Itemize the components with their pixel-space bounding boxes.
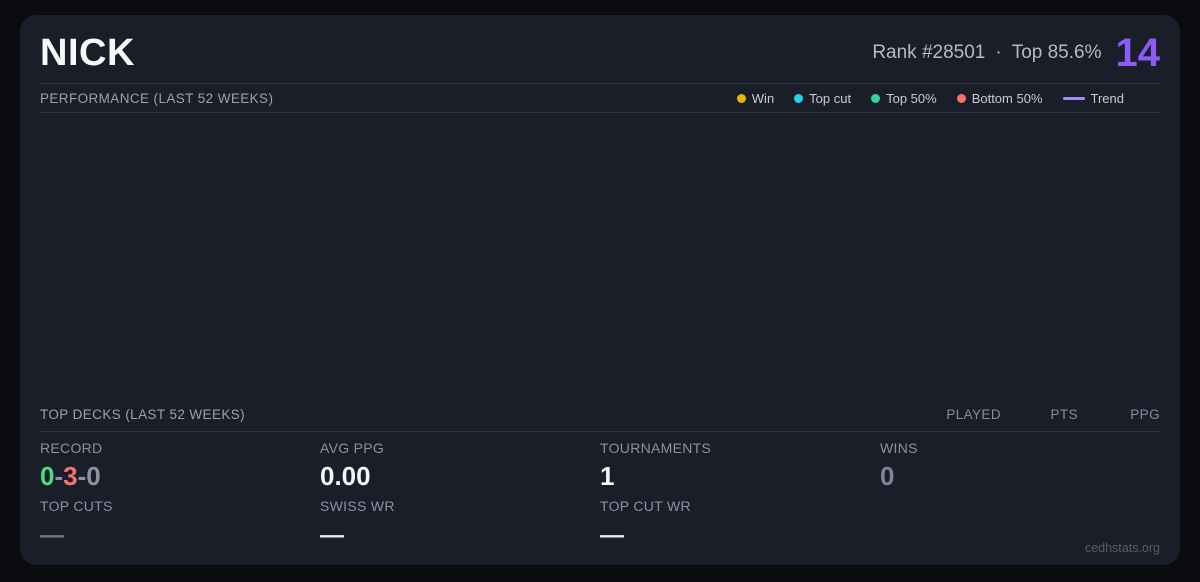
avg-ppg-value: 0.00 xyxy=(320,460,371,491)
top-50-dot-icon xyxy=(871,93,881,103)
legend-label: Bottom 50% xyxy=(971,90,1043,106)
player-name: NICK xyxy=(40,31,135,74)
top-cuts-value: — xyxy=(40,522,64,550)
record-wins: 0 xyxy=(40,460,55,491)
top-percent-text: Top 85.6% xyxy=(1011,42,1102,63)
record-draws: 0 xyxy=(86,460,101,491)
top-decks-section-header: TOP DECKS (LAST 52 WEEKS) PLAYED PTS PPG xyxy=(40,398,1160,432)
top-cut-dot-icon xyxy=(794,93,804,103)
win-dot-icon xyxy=(736,93,746,103)
performance-chart xyxy=(40,113,1160,398)
performance-title: PERFORMANCE (LAST 52 WEEKS) xyxy=(40,90,274,106)
top-cut-wr-value: — xyxy=(600,522,624,550)
top-decks-title: TOP DECKS (LAST 52 WEEKS) xyxy=(40,407,246,422)
chart-legend: Win Top cut Top 50% Bottom 50% Trend xyxy=(736,90,1160,106)
top-cuts-label: TOP CUTS xyxy=(40,498,113,515)
top-cut-wr-label: TOP CUT WR xyxy=(600,498,691,515)
top-decks-columns: PLAYED PTS PPG xyxy=(911,407,1160,422)
legend-item-win: Win xyxy=(736,90,775,106)
stat-cell-avg-ppg: AVG PPG 0.00 SWISS WR — xyxy=(320,440,600,549)
performance-section-header: PERFORMANCE (LAST 52 WEEKS) Win Top cut … xyxy=(40,84,1160,113)
stats-grid: RECORD 0-3-0 TOP CUTS — AVG PPG 0.00 SWI… xyxy=(40,432,1160,549)
wins-label: WINS xyxy=(880,440,918,456)
legend-label: Top cut xyxy=(809,90,852,106)
trend-line-icon xyxy=(1062,96,1085,100)
legend-item-bottom-50: Bottom 50% xyxy=(956,90,1043,106)
legend-item-top-cut: Top cut xyxy=(794,91,851,106)
stat-cell-record: RECORD 0-3-0 TOP CUTS — xyxy=(40,440,320,549)
record-value: 0-3-0 xyxy=(40,460,320,493)
legend-label: Trend xyxy=(1090,90,1124,106)
wins-value: 0 xyxy=(880,460,895,491)
legend-label: Win xyxy=(751,90,775,106)
rank-text: Rank #28501 xyxy=(872,42,986,63)
record-label: RECORD xyxy=(40,440,103,456)
avg-ppg-label: AVG PPG xyxy=(320,440,385,456)
player-stats-card: NICK Rank #28501 · Top 85.6% 14 PERFORMA… xyxy=(20,15,1180,565)
swiss-wr-label: SWISS WR xyxy=(320,498,395,515)
record-separator: - xyxy=(77,460,87,491)
watermark: cedhstats.org xyxy=(1084,541,1160,555)
stat-cell-tournaments: TOURNAMENTS 1 TOP CUT WR — xyxy=(600,440,880,549)
rank-line: Rank #28501 · Top 85.6% xyxy=(872,42,1101,64)
stat-cell-wins: WINS 0 xyxy=(880,440,1160,549)
column-header-pts: PTS xyxy=(1050,407,1078,422)
legend-label: Top 50% xyxy=(886,90,937,106)
column-header-played: PLAYED xyxy=(946,407,1001,422)
swiss-wr-value: — xyxy=(320,522,344,550)
score-value: 14 xyxy=(1115,31,1161,75)
header-right: Rank #28501 · Top 85.6% 14 xyxy=(872,33,1160,73)
card-header: NICK Rank #28501 · Top 85.6% 14 xyxy=(40,15,1160,84)
rank-separator: · xyxy=(995,42,1002,63)
record-losses: 3 xyxy=(63,460,78,491)
legend-item-top-50: Top 50% xyxy=(871,91,937,106)
record-separator: - xyxy=(54,460,64,491)
column-header-ppg: PPG xyxy=(1130,407,1160,422)
legend-item-trend: Trend xyxy=(1062,90,1124,106)
bottom-50-dot-icon xyxy=(956,93,966,103)
tournaments-value: 1 xyxy=(600,460,615,491)
tournaments-label: TOURNAMENTS xyxy=(600,440,712,456)
